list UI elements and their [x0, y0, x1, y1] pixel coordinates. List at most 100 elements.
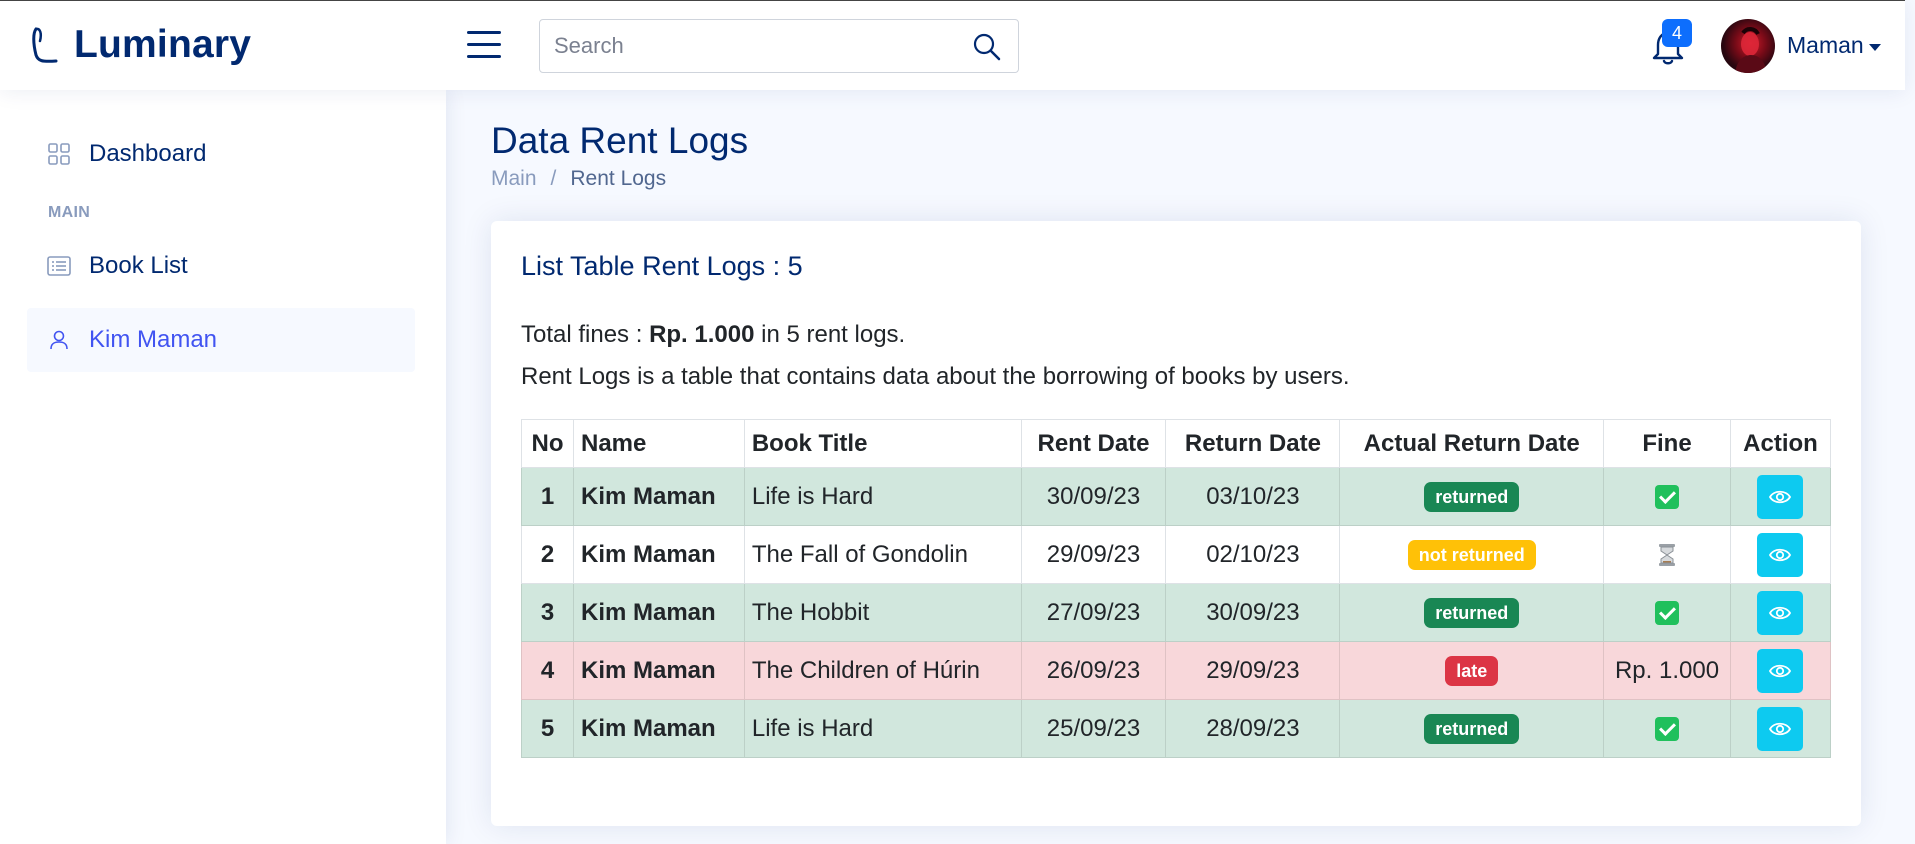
- view-button[interactable]: [1757, 474, 1804, 519]
- top-header: Luminary 4 Maman: [0, 0, 1905, 90]
- breadcrumb: Main / Rent Logs: [491, 167, 666, 191]
- cell-book-title: The Children of Húrin: [743, 641, 1022, 700]
- eye-icon: [1769, 722, 1792, 735]
- search-bar: [539, 19, 1019, 73]
- summary-suffix: in 5 rent logs.: [754, 321, 906, 348]
- cell-no: 1: [521, 467, 574, 526]
- sidebar-toggle-button[interactable]: [467, 31, 501, 59]
- sidebar-item-label: Kim Maman: [89, 326, 218, 353]
- luminary-logo-icon: [32, 27, 58, 63]
- check-icon: [1655, 601, 1680, 626]
- cell-actual-return: returned: [1339, 467, 1605, 526]
- list-icon: [47, 256, 71, 276]
- eye-icon: [1769, 664, 1792, 677]
- cell-fine: [1603, 467, 1731, 526]
- table-row: 4 Kim Maman The Children of Húrin 26/09/…: [521, 641, 1832, 700]
- sidebar-item-label: Book List: [89, 252, 188, 279]
- cell-return-date: 03/10/23: [1165, 467, 1341, 526]
- grid-icon: [48, 143, 70, 165]
- hourglass-icon: [1659, 544, 1676, 567]
- rent-logs-table: No Name Book Title Rent Date Return Date…: [521, 419, 1832, 758]
- column-header: Name: [572, 419, 745, 468]
- check-icon: [1655, 717, 1680, 742]
- cell-rent-date: 27/09/23: [1020, 583, 1167, 642]
- column-header: Book Title: [743, 419, 1022, 468]
- table-row: 5 Kim Maman Life is Hard 25/09/23 28/09/…: [521, 699, 1832, 758]
- cell-return-date: 02/10/23: [1165, 525, 1341, 584]
- cell-fine: [1603, 583, 1731, 642]
- cell-actual-return: not returned: [1339, 525, 1605, 584]
- table-row: 3 Kim Maman The Hobbit 27/09/23 30/09/23…: [521, 583, 1832, 642]
- user-menu-name[interactable]: Maman: [1787, 32, 1864, 59]
- summary-amount: Rp. 1.000: [649, 321, 755, 348]
- fines-summary: Total fines : Rp. 1.000 in 5 rent logs.: [521, 321, 905, 349]
- breadcrumb-item-rent-logs: Rent Logs: [570, 167, 667, 190]
- view-button[interactable]: [1757, 648, 1804, 693]
- cell-no: 4: [521, 641, 574, 700]
- sidebar-item-kim-maman[interactable]: Kim Maman: [27, 308, 415, 372]
- cell-return-date: 28/09/23: [1165, 699, 1341, 758]
- sidebar: Dashboard MAIN Book List Kim Maman: [0, 90, 446, 844]
- search-icon[interactable]: [972, 32, 1002, 62]
- check-icon: [1655, 485, 1680, 510]
- menu-bar-icon: [467, 55, 501, 58]
- cell-action: [1729, 583, 1832, 642]
- column-header: Return Date: [1165, 419, 1341, 468]
- cell-fine: [1603, 525, 1731, 584]
- sidebar-item-book-list[interactable]: Book List: [27, 234, 415, 298]
- table-description: Rent Logs is a table that contains data …: [521, 363, 1350, 390]
- eye-icon: [1769, 490, 1792, 503]
- view-button[interactable]: [1757, 590, 1804, 635]
- view-button[interactable]: [1757, 706, 1804, 751]
- cell-rent-date: 29/09/23: [1020, 525, 1167, 584]
- sidebar-item-dashboard[interactable]: Dashboard: [27, 122, 415, 186]
- eye-icon: [1769, 606, 1792, 619]
- status-badge: not returned: [1407, 539, 1536, 570]
- cell-name: Kim Maman: [572, 467, 745, 526]
- column-header: Action: [1729, 419, 1832, 468]
- card-title: List Table Rent Logs : 5: [521, 251, 803, 281]
- cell-return-date: 30/09/23: [1165, 583, 1341, 642]
- person-icon: [50, 330, 68, 350]
- cell-name: Kim Maman: [572, 641, 745, 700]
- search-input[interactable]: [540, 20, 960, 72]
- table-row: 2 Kim Maman The Fall of Gondolin 29/09/2…: [521, 525, 1832, 584]
- cell-rent-date: 30/09/23: [1020, 467, 1167, 526]
- table-row: 1 Kim Maman Life is Hard 30/09/23 03/10/…: [521, 467, 1832, 526]
- status-badge: returned: [1424, 481, 1520, 512]
- cell-fine: Rp. 1.000: [1603, 641, 1731, 700]
- cell-name: Kim Maman: [572, 699, 745, 758]
- menu-bar-icon: [467, 31, 501, 34]
- cell-book-title: The Hobbit: [743, 583, 1022, 642]
- cell-no: 3: [521, 583, 574, 642]
- column-header: No: [521, 419, 574, 468]
- status-badge: returned: [1424, 713, 1520, 744]
- sidebar-item-label: Dashboard: [89, 140, 207, 167]
- cell-name: Kim Maman: [572, 525, 745, 584]
- cell-name: Kim Maman: [572, 583, 745, 642]
- page-title: Data Rent Logs: [491, 120, 749, 161]
- table-header-row: No Name Book Title Rent Date Return Date…: [521, 419, 1832, 468]
- cell-action: [1729, 525, 1832, 584]
- summary-prefix: Total fines :: [521, 321, 650, 348]
- cell-rent-date: 26/09/23: [1020, 641, 1167, 700]
- view-button[interactable]: [1757, 532, 1804, 577]
- cell-action: [1729, 467, 1832, 526]
- cell-book-title: Life is Hard: [743, 699, 1022, 758]
- column-header: Rent Date: [1020, 419, 1167, 468]
- column-header: Fine: [1603, 419, 1731, 468]
- cell-book-title: Life is Hard: [743, 467, 1022, 526]
- cell-book-title: The Fall of Gondolin: [743, 525, 1022, 584]
- chevron-down-icon[interactable]: [1869, 44, 1881, 51]
- cell-rent-date: 25/09/23: [1020, 699, 1167, 758]
- cell-actual-return: late: [1339, 641, 1605, 700]
- brand-logo[interactable]: Luminary: [30, 23, 251, 67]
- avatar-portrait-icon: [1735, 27, 1767, 73]
- cell-action: [1729, 699, 1832, 758]
- breadcrumb-item-main[interactable]: Main: [491, 167, 537, 191]
- rent-logs-card: List Table Rent Logs : 5 Total fines : R…: [491, 221, 1861, 826]
- cell-no: 2: [521, 525, 574, 584]
- cell-actual-return: returned: [1339, 699, 1605, 758]
- cell-action: [1729, 641, 1832, 700]
- user-avatar[interactable]: [1721, 19, 1775, 73]
